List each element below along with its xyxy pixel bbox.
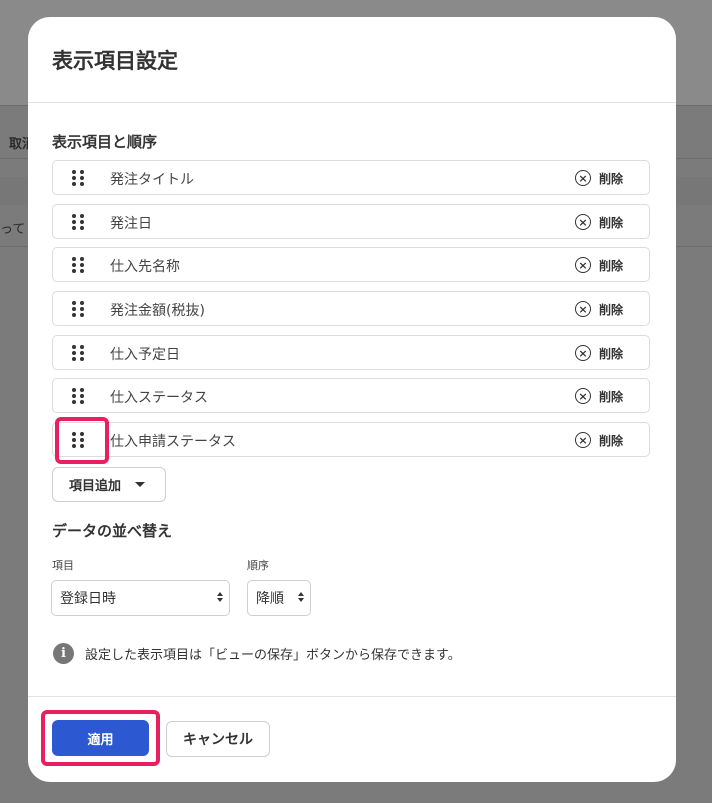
display-item-row: 発注日 × 削除 xyxy=(52,204,650,239)
header-divider xyxy=(28,102,676,103)
select-arrows-icon xyxy=(298,592,304,602)
delete-button[interactable]: × 削除 xyxy=(575,300,623,318)
close-circle-icon: × xyxy=(575,214,591,230)
delete-label: 削除 xyxy=(599,171,624,186)
drag-handle-icon[interactable] xyxy=(72,388,86,404)
close-circle-icon: × xyxy=(575,432,591,448)
delete-button[interactable]: × 削除 xyxy=(575,344,623,362)
info-icon: i xyxy=(53,643,74,664)
item-label: 発注タイトル xyxy=(110,172,194,188)
sort-field-value: 登録日時 xyxy=(60,591,116,607)
drag-handle-icon[interactable] xyxy=(72,214,86,230)
sort-order-select[interactable]: 降順 xyxy=(247,580,311,616)
delete-label: 削除 xyxy=(599,433,624,448)
delete-button[interactable]: × 削除 xyxy=(575,431,623,449)
drag-handle-icon[interactable] xyxy=(72,257,86,273)
item-label: 仕入ステータス xyxy=(110,390,208,406)
select-arrows-icon xyxy=(217,592,223,602)
sort-order-value: 降順 xyxy=(256,591,284,607)
display-item-row: 発注タイトル × 削除 xyxy=(52,160,650,195)
delete-label: 削除 xyxy=(599,258,624,273)
sort-section-title: データの並べ替え xyxy=(52,522,173,540)
close-circle-icon: × xyxy=(575,388,591,404)
add-item-label: 項目追加 xyxy=(69,479,122,494)
sort-field-select[interactable]: 登録日時 xyxy=(51,580,230,616)
close-circle-icon: × xyxy=(575,170,591,186)
display-item-row: 仕入申請ステータス × 削除 xyxy=(52,422,650,457)
display-item-row: 仕入先名称 × 削除 xyxy=(52,247,650,282)
delete-button[interactable]: × 削除 xyxy=(575,169,623,187)
cancel-button[interactable]: キャンセル xyxy=(166,721,270,757)
delete-button[interactable]: × 削除 xyxy=(575,256,623,274)
footer-divider xyxy=(28,696,676,697)
drag-handle-icon[interactable] xyxy=(72,170,86,186)
sort-field-label: 項目 xyxy=(52,559,74,572)
caret-down-icon xyxy=(135,482,146,487)
close-circle-icon: × xyxy=(575,345,591,361)
delete-label: 削除 xyxy=(599,215,624,230)
apply-button[interactable]: 適用 xyxy=(52,720,149,756)
drag-handle-icon[interactable] xyxy=(72,432,86,448)
display-item-row: 仕入予定日 × 削除 xyxy=(52,335,650,370)
add-item-button[interactable]: 項目追加 xyxy=(52,467,166,502)
delete-label: 削除 xyxy=(599,302,624,317)
drag-handle-icon[interactable] xyxy=(72,301,86,317)
item-label: 発注金額(税抜) xyxy=(110,303,205,319)
delete-label: 削除 xyxy=(599,389,624,404)
modal-title: 表示項目設定 xyxy=(52,49,178,73)
delete-button[interactable]: × 削除 xyxy=(575,213,623,231)
display-item-row: 発注金額(税抜) × 削除 xyxy=(52,291,650,326)
drag-handle-icon[interactable] xyxy=(72,345,86,361)
items-section-title: 表示項目と順序 xyxy=(52,133,158,151)
item-label: 仕入予定日 xyxy=(110,347,180,363)
close-circle-icon: × xyxy=(575,301,591,317)
item-label: 仕入先名称 xyxy=(110,259,180,275)
item-label: 発注日 xyxy=(110,216,152,232)
info-text: 設定した表示項目は「ビューの保存」ボタンから保存できます。 xyxy=(85,648,461,663)
display-item-row: 仕入ステータス × 削除 xyxy=(52,378,650,413)
display-settings-modal: 表示項目設定 表示項目と順序 発注タイトル × 削除 発注日 × 削除 仕入先名称 … xyxy=(28,17,676,782)
item-label: 仕入申請ステータス xyxy=(110,434,236,450)
sort-order-label: 順序 xyxy=(247,559,269,572)
delete-label: 削除 xyxy=(599,346,624,361)
close-circle-icon: × xyxy=(575,257,591,273)
delete-button[interactable]: × 削除 xyxy=(575,387,623,405)
